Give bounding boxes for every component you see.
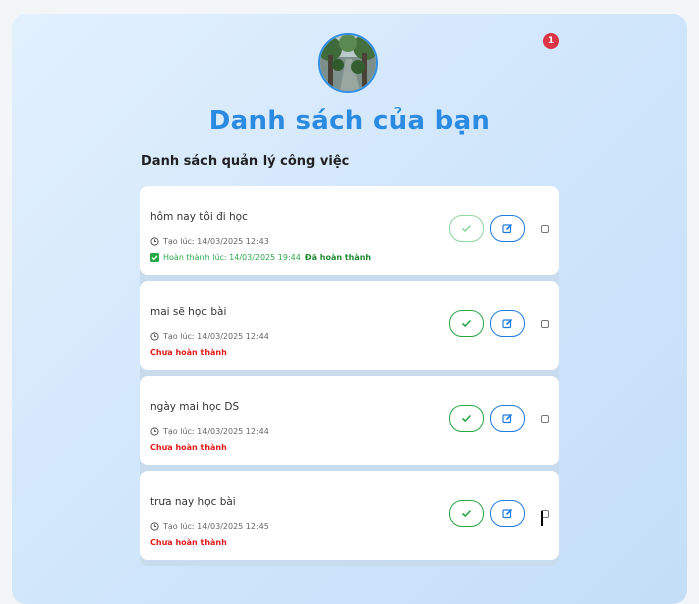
- edit-icon: [502, 223, 513, 234]
- list-subtitle: Danh sách quản lý công việc: [141, 154, 350, 169]
- task-text: hôm nay tôi đi học: [150, 211, 248, 223]
- task-text: trưa nay học bài: [150, 496, 236, 508]
- page-title: Danh sách của bạn: [208, 106, 491, 136]
- task-card: mai sẽ học bài Tạo lúc: 14/03/2025 12:44…: [140, 281, 559, 370]
- check-icon: [461, 319, 472, 328]
- task-card: trưa nay học bài Tạo lúc: 14/03/2025 12:…: [140, 471, 559, 560]
- clock-icon: [150, 522, 159, 531]
- check-icon: [461, 414, 472, 423]
- select-checkbox[interactable]: [541, 320, 549, 328]
- edit-icon: [502, 508, 513, 519]
- select-checkbox[interactable]: [541, 225, 549, 233]
- edit-button[interactable]: [490, 215, 525, 242]
- complete-button[interactable]: [449, 500, 484, 527]
- edit-button[interactable]: [490, 310, 525, 337]
- edit-button[interactable]: [490, 500, 525, 527]
- checkbox-checked-icon: [150, 253, 159, 262]
- status-badge: Chưa hoàn thành: [150, 538, 227, 547]
- created-label: Tạo lúc: 14/03/2025 12:44: [163, 332, 269, 341]
- created-time: Tạo lúc: 14/03/2025 12:43: [150, 237, 269, 246]
- done-time: Hoàn thành lúc: 14/03/2025 19:44: [163, 253, 301, 262]
- status-badge: Đã hoàn thành: [304, 253, 372, 262]
- complete-button[interactable]: [449, 310, 484, 337]
- task-text: mai sẽ học bài: [150, 306, 227, 318]
- task-text: ngày mai học DS: [150, 401, 240, 413]
- status-badge: Chưa hoàn thành: [150, 443, 227, 452]
- clock-icon: [150, 332, 159, 341]
- complete-button[interactable]: [449, 405, 484, 432]
- check-icon: [461, 509, 472, 518]
- avatar[interactable]: [318, 33, 378, 93]
- avatar-image: [320, 35, 376, 91]
- complete-button[interactable]: [449, 215, 484, 242]
- task-card: ngày mai học DS Tạo lúc: 14/03/2025 12:4…: [140, 376, 559, 465]
- edit-button[interactable]: [490, 405, 525, 432]
- created-time: Tạo lúc: 14/03/2025 12:44: [150, 332, 269, 341]
- clock-icon: [150, 237, 159, 246]
- created-label: Tạo lúc: 14/03/2025 12:45: [163, 522, 269, 531]
- created-label: Tạo lúc: 14/03/2025 12:43: [163, 237, 269, 246]
- edit-icon: [502, 413, 513, 424]
- status-badge: Chưa hoàn thành: [150, 348, 227, 357]
- text-cursor: [541, 511, 543, 526]
- created-time: Tạo lúc: 14/03/2025 12:44: [150, 427, 269, 436]
- task-card: hôm nay tôi đi học Tạo lúc: 14/03/2025 1…: [140, 186, 559, 275]
- task-status: Hoàn thành lúc: 14/03/2025 19:44 Đã hoàn…: [150, 253, 371, 262]
- check-icon: [461, 224, 472, 233]
- clock-icon: [150, 427, 159, 436]
- notification-badge[interactable]: 1: [543, 33, 559, 49]
- created-time: Tạo lúc: 14/03/2025 12:45: [150, 522, 269, 531]
- select-checkbox[interactable]: [541, 415, 549, 423]
- edit-icon: [502, 318, 513, 329]
- created-label: Tạo lúc: 14/03/2025 12:44: [163, 427, 269, 436]
